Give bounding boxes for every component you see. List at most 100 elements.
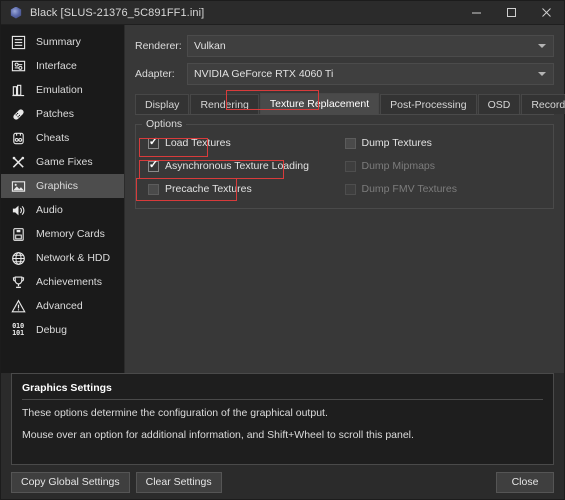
checkbox-box xyxy=(344,183,356,195)
help-panel-line-1: These options determine the configuratio… xyxy=(22,407,328,419)
adapter-dropdown[interactable]: NVIDIA GeForce RTX 4060 Ti xyxy=(187,63,554,85)
options-left-column: Load Textures Asynchronous Texture Loadi… xyxy=(148,136,345,196)
checkbox-label: Dump FMV Textures xyxy=(361,183,458,195)
globe-icon xyxy=(9,249,27,267)
sidebar-item-label: Achievements xyxy=(36,276,102,288)
sidebar-item-graphics[interactable]: Graphics xyxy=(1,174,124,198)
adapter-row: Adapter: NVIDIA GeForce RTX 4060 Ti xyxy=(135,63,554,85)
sidebar-item-cheats[interactable]: Cheats xyxy=(1,126,124,150)
checkbox-load-textures[interactable]: Load Textures xyxy=(148,136,231,150)
image-icon xyxy=(9,177,27,195)
tab-post-processing[interactable]: Post-Processing xyxy=(380,94,477,114)
checkbox-asynchronous-texture-loading[interactable]: Asynchronous Texture Loading xyxy=(148,159,309,173)
sidebar-item-debug[interactable]: 010 101 Debug xyxy=(1,318,124,342)
cheat-device-icon xyxy=(9,129,27,147)
sidebar-item-label: Summary xyxy=(36,36,81,48)
tab-display[interactable]: Display xyxy=(135,94,190,114)
list-icon xyxy=(9,33,27,51)
sidebar-item-summary[interactable]: Summary xyxy=(1,30,124,54)
options-group-title: Options xyxy=(142,118,187,130)
renderer-label: Renderer: xyxy=(135,40,182,52)
help-panel-title: Graphics Settings xyxy=(22,382,543,400)
sidebar-item-label: Debug xyxy=(36,324,67,336)
window-title: Black [SLUS-21376_5C891FF1.ini] xyxy=(30,6,205,19)
pcsx2-gem-icon xyxy=(9,6,23,20)
adapter-label: Adapter: xyxy=(135,68,175,80)
memory-card-icon xyxy=(9,225,27,243)
title-bar: Black [SLUS-21376_5C891FF1.ini] xyxy=(1,1,564,25)
chart-bars-icon xyxy=(9,81,27,99)
help-panel[interactable]: Graphics Settings These options determin… xyxy=(11,373,554,465)
speaker-icon xyxy=(9,201,27,219)
sidebar-item-label: Game Fixes xyxy=(36,156,93,168)
minimize-icon[interactable] xyxy=(459,1,494,25)
sidebar-item-audio[interactable]: Audio xyxy=(1,198,124,222)
binary-icon: 010 101 xyxy=(12,322,24,337)
tab-osd[interactable]: OSD xyxy=(477,94,521,114)
window-body: Summary Interface Emulation Patches Chea… xyxy=(1,25,565,373)
options-right-column: Dump Textures Dump Mipmaps Dump FMV Text… xyxy=(344,136,542,196)
renderer-row: Renderer: Vulkan xyxy=(135,35,554,57)
sidebar-item-label: Emulation xyxy=(36,84,83,96)
tab-rendering[interactable]: Rendering xyxy=(190,94,259,114)
checkbox-box xyxy=(148,183,159,195)
maximize-icon[interactable] xyxy=(494,1,529,25)
checkbox-box xyxy=(344,160,356,172)
help-panel-line-2: Mouse over an option for additional info… xyxy=(22,429,414,441)
graphics-settings-pane: Renderer: Vulkan Adapter: NVIDIA GeForce… xyxy=(125,25,565,373)
checkbox-box xyxy=(344,137,356,149)
adapter-value: NVIDIA GeForce RTX 4060 Ti xyxy=(194,68,334,80)
sidebar-item-advanced[interactable]: Advanced xyxy=(1,294,124,318)
sidebar-item-label: Cheats xyxy=(36,132,70,144)
sidebar-item-label: Graphics xyxy=(36,180,79,192)
graphics-tab-bar: Display Rendering Texture Replacement Po… xyxy=(135,93,565,115)
trophy-icon xyxy=(9,273,27,291)
close-icon[interactable] xyxy=(529,1,564,25)
help-panel-wrap: Graphics Settings These options determin… xyxy=(1,373,564,465)
sidebar-item-memory-cards[interactable]: Memory Cards xyxy=(1,222,124,246)
window-controls xyxy=(459,1,564,25)
sidebar-item-label: Interface xyxy=(36,60,77,72)
sidebar-item-game-fixes[interactable]: Game Fixes xyxy=(1,150,124,174)
clear-settings-button[interactable]: Clear Settings xyxy=(135,471,222,493)
checkbox-precache-textures[interactable]: Precache Textures xyxy=(148,182,252,196)
checkbox-dump-textures[interactable]: Dump Textures xyxy=(344,136,432,150)
close-button[interactable]: Close xyxy=(496,471,554,493)
sidebar-item-interface[interactable]: Interface xyxy=(1,54,124,78)
checkbox-dump-mipmaps: Dump Mipmaps xyxy=(344,159,436,173)
sidebar-item-network-hdd[interactable]: Network & HDD xyxy=(1,246,124,270)
options-checkbox-grid: Load Textures Asynchronous Texture Loadi… xyxy=(148,136,541,196)
sidebar-item-label: Memory Cards xyxy=(36,228,105,240)
chevron-down-icon xyxy=(538,44,546,48)
checkbox-dump-fmv-textures: Dump FMV Textures xyxy=(344,182,458,196)
checkbox-box xyxy=(148,160,159,172)
sidebar-item-label: Patches xyxy=(36,108,74,120)
sidebar-item-patches[interactable]: Patches xyxy=(1,102,124,126)
sidebar-item-label: Audio xyxy=(36,204,63,216)
copy-global-settings-button[interactable]: Copy Global Settings xyxy=(11,471,130,493)
renderer-dropdown[interactable]: Vulkan xyxy=(187,35,554,57)
renderer-value: Vulkan xyxy=(194,40,226,52)
chevron-down-icon xyxy=(538,72,546,76)
sidebar-item-label: Network & HDD xyxy=(36,252,111,264)
sidebar-item-emulation[interactable]: Emulation xyxy=(1,78,124,102)
monitor-sliders-icon xyxy=(9,57,27,75)
checkbox-box xyxy=(148,137,159,149)
sidebar-item-label: Advanced xyxy=(36,300,83,312)
tab-texture-replacement[interactable]: Texture Replacement xyxy=(259,93,380,114)
checkbox-label: Precache Textures xyxy=(165,183,252,195)
wrench-screwdriver-icon xyxy=(9,153,27,171)
dialog-button-bar: Copy Global Settings Clear Settings Clos… xyxy=(1,465,564,499)
warning-triangle-icon xyxy=(9,297,27,315)
options-group-box: Options Load Textures Asynchronous Textu… xyxy=(135,118,554,209)
checkbox-label: Asynchronous Texture Loading xyxy=(165,160,309,172)
bandage-icon xyxy=(9,105,27,123)
settings-sidebar: Summary Interface Emulation Patches Chea… xyxy=(1,25,125,373)
checkbox-label: Dump Textures xyxy=(361,137,432,149)
tab-recording[interactable]: Recording xyxy=(521,94,565,114)
checkbox-label: Load Textures xyxy=(165,137,231,149)
checkbox-label: Dump Mipmaps xyxy=(361,160,436,172)
sidebar-item-achievements[interactable]: Achievements xyxy=(1,270,124,294)
settings-window: Black [SLUS-21376_5C891FF1.ini] Summary xyxy=(0,0,565,500)
